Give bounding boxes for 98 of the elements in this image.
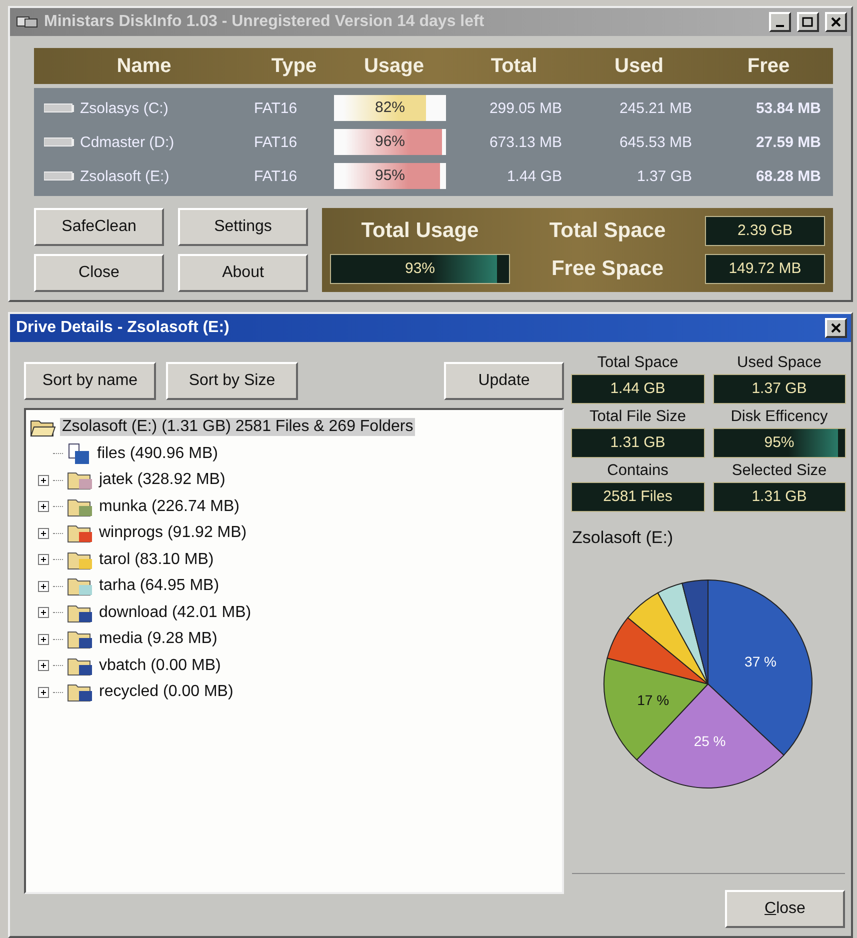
free-space-display: 149.72 MB [705,254,825,284]
update-button[interactable]: Update [444,362,564,400]
tree-item[interactable]: files (490.96 MB) [95,444,220,463]
column-header: Name [116,54,172,78]
minimize-button[interactable] [769,12,791,32]
column-header: Free [746,54,791,78]
files-icon [67,442,91,465]
efficiency-meter: 95% [712,428,846,458]
tree-item[interactable]: jatek (328.92 MB) [97,471,228,490]
tree-item[interactable]: recycled (0.00 MB) [97,683,236,702]
slice-label: 37 % [744,653,776,670]
close-button[interactable] [825,318,847,338]
expand-icon[interactable] [38,554,49,566]
tree-item[interactable]: Zsolasoft (E:) (1.31 GB) 2581 Files & 269 Folders [60,418,416,436]
drive-icon [44,103,74,113]
folder-icon [67,496,93,517]
folder-icon [67,656,93,676]
slice-label: 17 % [636,692,669,708]
drive-icon [44,171,74,181]
folder-icon [67,682,93,702]
stat-label: Contains [607,462,668,480]
sort-button[interactable]: Sort by Size [166,362,298,400]
action-button[interactable]: About [178,254,308,292]
drive-type: FAT16 [254,168,298,184]
close-button[interactable] [825,12,847,32]
total-space-display: 2.39 GB [705,216,825,246]
column-header: Type [270,54,318,78]
close-icon [830,323,842,333]
tree-item[interactable]: tarol (83.10 MB) [97,550,216,569]
drive-name: Zsolasys (C:) [80,100,168,116]
drive-type: FAT16 [254,100,298,116]
folder-icon [67,576,93,596]
drive-name: Zsolasoft (E:) [80,168,170,184]
tree-item[interactable]: media (9.28 MB) [97,630,220,648]
close-icon [830,17,842,27]
folder-icon [67,602,93,623]
action-button[interactable]: Settings [178,208,308,246]
total-size: 673.13 MB [488,134,563,150]
free-size: 53.84 MB [754,100,822,116]
folder-icon [67,629,93,650]
expand-icon[interactable] [38,501,49,512]
app-icon [16,15,38,29]
stat-value: 2581 Files [571,482,704,512]
tree-item[interactable]: tarha (64.95 MB) [97,577,222,596]
total-usage-meter: 93% [330,254,510,284]
window-title: Ministars DiskInfo 1.03 - Unregistered Version 14 days left [44,13,486,31]
action-button[interactable]: Close [34,254,164,292]
expand-icon[interactable] [38,607,49,618]
expand-icon[interactable] [38,474,49,486]
summary-label: Total Usage [360,219,480,243]
window-title: Drive Details - Zsolasoft (E:) [16,319,230,337]
tree-item[interactable]: winprogs (91.92 MB) [97,524,249,542]
folder-icon [67,550,93,570]
minimize-icon [776,25,784,27]
column-header: Total [490,54,538,78]
stat-label: Total File Size [590,408,686,426]
maximize-button[interactable] [797,12,819,32]
tree-item[interactable]: munka (226.74 MB) [97,498,242,516]
stat-value: 1.37 GB [712,374,846,404]
stat-label: Used Space [737,354,822,372]
expand-icon[interactable] [38,634,49,645]
stat-label: Selected Size [732,462,827,480]
stat-label: Disk Efficency [730,408,828,426]
folder-icon [67,523,93,544]
usage-percent: 82% [374,98,406,118]
used-size: 645.53 MB [618,134,693,150]
usage-percent: 95% [374,166,406,186]
expand-icon[interactable] [38,528,49,539]
slice-label: 25 % [693,733,726,750]
expand-icon[interactable] [38,660,49,672]
total-size: 1.44 GB [506,168,563,184]
drive-type: FAT16 [254,134,298,150]
expand-icon[interactable] [38,686,49,698]
summary-label: Free Space [550,257,665,281]
tree-item[interactable]: download (42.01 MB) [97,604,254,622]
sort-button[interactable]: Sort by name [24,362,156,400]
column-header: Used [614,54,664,78]
stat-value: 1.44 GB [571,374,704,404]
usage-percent: 96% [374,132,406,152]
used-size: 245.21 MB [618,100,693,116]
stat-value: 1.31 GB [571,428,704,458]
close-button[interactable]: Close [725,890,845,928]
chart-title: Zsolasoft (E:) [572,528,674,548]
folder-icon [67,470,93,490]
drive-icon [44,137,74,147]
summary-label: Total Space [548,219,667,243]
column-header: Usage [362,54,426,78]
free-size: 68.28 MB [754,168,822,184]
expand-icon[interactable] [38,580,49,592]
drive-name: Cdmaster (D:) [80,134,174,150]
total-size: 299.05 MB [488,100,563,116]
maximize-icon [802,17,814,27]
used-size: 1.37 GB [636,168,693,184]
stat-value: 1.31 GB [712,482,846,512]
free-size: 27.59 MB [754,134,822,150]
action-button[interactable]: SafeClean [34,208,164,246]
stat-label: Total Space [597,354,678,372]
tree-item[interactable]: vbatch (0.00 MB) [97,656,223,675]
